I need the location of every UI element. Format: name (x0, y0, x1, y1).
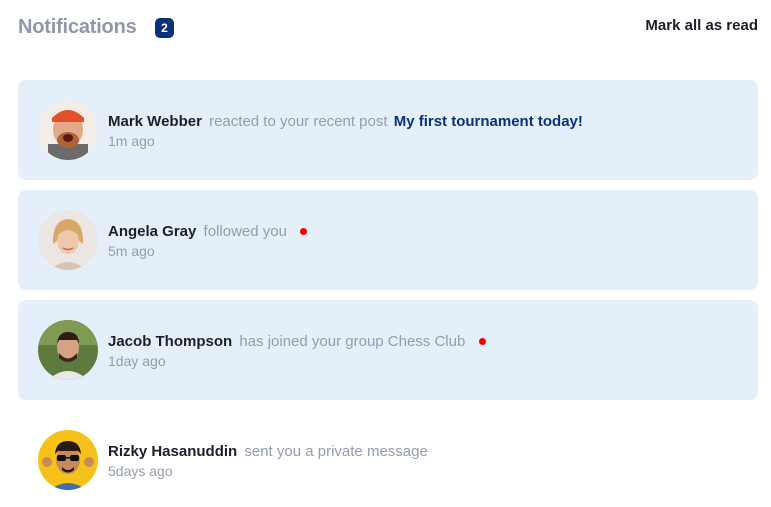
notification-action: has joined your group Chess Club (239, 333, 466, 350)
avatar-rizky-hasanuddin[interactable] (38, 430, 98, 490)
notification-item[interactable]: Mark Webber reacted to your recent post … (18, 80, 758, 180)
notification-action: followed you (203, 223, 287, 240)
notification-text: Jacob Thompson has joined your group Che… (108, 333, 486, 350)
notification-time: 5m ago (108, 243, 155, 259)
user-name[interactable]: Jacob Thompson (108, 333, 232, 350)
unread-count-badge: 2 (155, 18, 174, 38)
avatar-angela-gray[interactable] (38, 210, 98, 270)
notification-time: 1m ago (108, 133, 155, 149)
user-name[interactable]: Rizky Hasanuddin (108, 443, 237, 460)
notification-time: 1day ago (108, 353, 166, 369)
avatar-jacob-thompson[interactable] (38, 320, 98, 380)
notification-item[interactable]: Jacob Thompson has joined your group Che… (18, 300, 758, 400)
notification-text: Rizky Hasanuddin sent you a private mess… (108, 443, 428, 460)
notification-time: 5days ago (108, 463, 173, 479)
unread-dot-icon (478, 337, 486, 345)
notification-action: sent you a private message (244, 443, 428, 460)
notification-text: Angela Gray followed you (108, 223, 308, 240)
user-name[interactable]: Angela Gray (108, 223, 196, 240)
user-name[interactable]: Mark Webber (108, 113, 202, 130)
post-link[interactable]: My first tournament today! (394, 113, 583, 130)
avatar-mark-webber[interactable] (38, 100, 98, 160)
mark-all-read-button[interactable]: Mark all as read (645, 17, 758, 34)
notification-action: reacted to your recent post (209, 113, 388, 130)
unread-dot-icon (300, 227, 308, 235)
notification-text: Mark Webber reacted to your recent post … (108, 113, 583, 130)
notification-item[interactable]: Angela Gray followed you 5m ago (18, 190, 758, 290)
notification-item[interactable]: Rizky Hasanuddin sent you a private mess… (18, 410, 758, 507)
page-title: Notifications (18, 16, 137, 38)
notifications-header: Notifications 2 Mark all as read (18, 14, 758, 44)
